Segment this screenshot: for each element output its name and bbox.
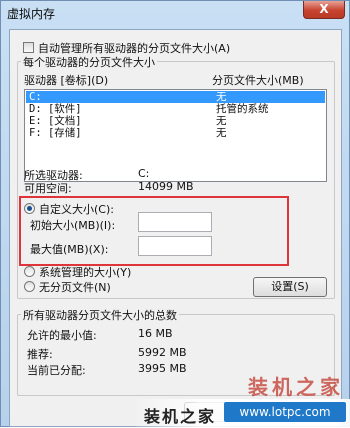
drive-row-c[interactable]: C: 无 [26,91,325,103]
max-size-label: 最大值(MB)(X): [30,243,109,256]
no-paging-label[interactable]: 无分页文件(N) [39,279,111,295]
watermark-url: www.lotpc.com [224,402,346,422]
watermark-banner: 装机之家 装机之家 www.lotpc.com [136,375,350,428]
min-allowed-value: 16 MB [138,327,173,340]
close-button[interactable]: X [303,1,345,19]
max-size-input[interactable] [138,236,212,256]
recommended-value: 5992 MB [138,346,187,359]
no-paging-radio[interactable] [24,281,35,292]
custom-size-label[interactable]: 自定义大小(C): [39,201,114,217]
watermark-brand: 装机之家 [144,407,217,426]
watermark-brand-large: 装机之家 [248,375,344,399]
min-allowed-label: 允许的最小值: [27,329,97,342]
recommended-label: 推荐: [27,348,53,361]
title-bar: 虚拟内存 X [1,1,349,25]
drive-size: 无 [216,115,227,127]
drive-letter: C: [29,91,42,103]
free-space-label: 可用空间: [24,182,72,195]
drive-size: 托管的系统 [216,103,269,115]
system-managed-label[interactable]: 系统管理的大小(Y) [39,264,131,280]
drive-letter: F: [存储] [29,127,82,139]
drive-size: 无 [216,127,227,139]
auto-manage-checkbox[interactable] [23,42,34,53]
dialog-body: 自动管理所有驱动器的分页文件大小(A) 每个驱动器的分页文件大小 驱动器 [卷标… [9,29,342,427]
totals-group-title: 所有驱动器分页文件大小的总数 [21,307,179,323]
custom-size-radio[interactable] [24,203,35,214]
drive-row-e[interactable]: E: [文档] 无 [26,115,325,127]
set-button[interactable]: 设置(S) [253,277,327,297]
selected-drive-value: C: [138,167,150,180]
current-allocated-value: 3995 MB [138,362,187,375]
drive-letter: D: [软件] [29,103,82,115]
virtual-memory-dialog: 虚拟内存 X 自动管理所有驱动器的分页文件大小(A) 每个驱动器的分页文件大小 … [0,0,350,428]
initial-size-label: 初始大小(MB)(I): [30,219,116,232]
drive-size: 无 [216,91,227,103]
size-column-header: 分页文件大小(MB) [212,74,304,87]
system-managed-radio[interactable] [24,266,35,277]
drive-letter: E: [文档] [29,115,82,127]
drive-row-d[interactable]: D: [软件] 托管的系统 [26,103,325,115]
current-allocated-label: 当前已分配: [27,364,86,377]
free-space-value: 14099 MB [138,180,194,193]
window-title: 虚拟内存 [7,7,56,21]
drive-column-header: 驱动器 [卷标](D) [24,74,109,87]
initial-size-input[interactable] [138,212,212,232]
drive-row-f[interactable]: F: [存储] 无 [26,127,325,139]
per-drive-group-title: 每个驱动器的分页文件大小 [21,54,157,70]
